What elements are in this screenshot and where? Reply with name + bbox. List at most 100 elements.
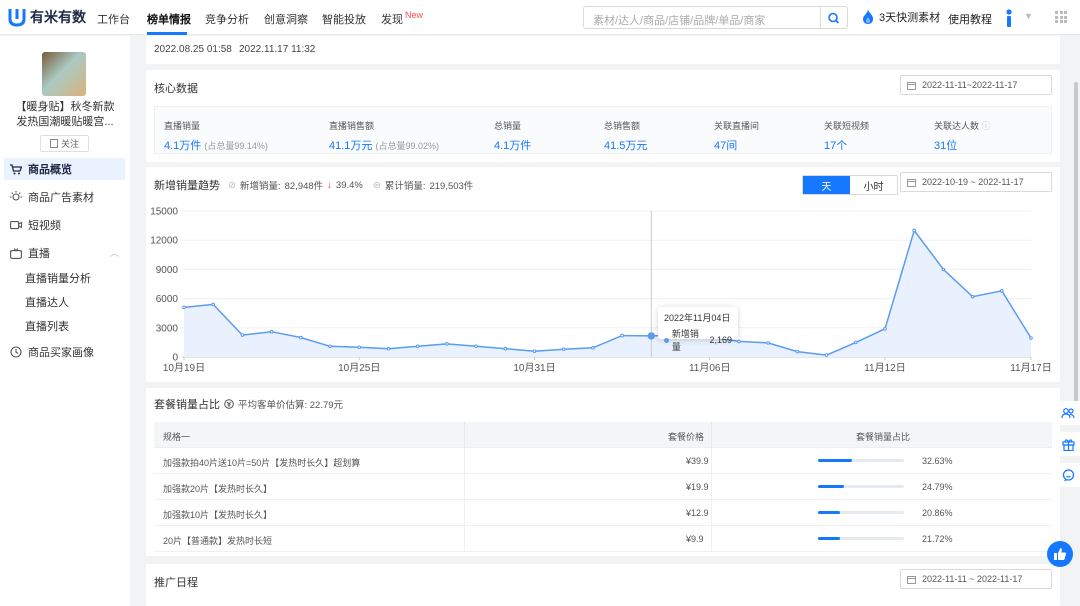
metric-label: 直播销售额 — [329, 121, 375, 131]
data-point — [591, 345, 595, 350]
y-tick-label: 3000 — [156, 323, 179, 334]
metric-influencers[interactable]: 关联达人数 ⓘ 31位 — [934, 119, 991, 153]
arrow-down-icon: ↓ — [327, 179, 332, 191]
share-bar-fill — [818, 459, 852, 462]
metric-total-sales: 总销量 4.1万件 — [494, 119, 531, 153]
metric-label: 关联直播间 — [714, 121, 760, 131]
flame-icon — [863, 10, 873, 24]
data-point — [561, 347, 566, 352]
data-point — [970, 294, 975, 299]
calendar-icon — [907, 81, 916, 90]
sales-trend-chart[interactable]: 15000 12000 9000 6000 3000 010月19日 10月25日 10月31… — [146, 202, 1060, 382]
sidebar-item-overview[interactable]: 商品概览 — [4, 158, 125, 180]
col-price: 套餐价格 — [668, 432, 705, 442]
chat-icon — [1062, 468, 1074, 481]
search-input[interactable]: 素材/达人/商品/店铺/品牌/单品/商家 — [583, 6, 821, 29]
chevron-up-icon[interactable]: ︿ — [110, 246, 119, 259]
metric-live-rooms[interactable]: 关联直播间 47间 — [714, 119, 759, 153]
sidebar-subitem-live-list[interactable]: 直播列表 — [25, 318, 69, 334]
data-point — [211, 302, 216, 307]
sidebar-item-live[interactable]: 直播 ︿ — [4, 242, 125, 264]
metric-sub: (占总量99.14%) — [204, 141, 268, 151]
col-share: 套餐销量占比 — [856, 432, 911, 442]
cumulative-icon: ⊜ — [372, 179, 381, 191]
toggle-day[interactable]: 天 — [803, 176, 850, 194]
core-date-picker[interactable]: 2022-11-11~2022-11-17 — [900, 75, 1052, 95]
package-price: ¥12.9 — [686, 508, 709, 518]
share-bar — [818, 511, 904, 514]
core-date-range: 2022-11-11~2022-11-17 — [922, 80, 1018, 90]
check-circle-icon: ⊘ — [228, 179, 236, 191]
live-icon — [10, 247, 22, 259]
trend-date-picker[interactable]: 2022-10-19 ~ 2022-11-17 — [900, 172, 1052, 192]
sidebar-item-short-video[interactable]: 短视频 — [4, 214, 125, 236]
x-tick-label: 10月19日 — [163, 362, 205, 374]
video-icon — [10, 221, 22, 230]
nav-rankings[interactable]: 榜单情报 — [147, 11, 191, 27]
table-row: 加强款20片【发热时长久】 ¥19.9 24.79% — [154, 474, 1052, 500]
metric-value: 47间 — [714, 140, 738, 152]
community-button[interactable] — [1056, 401, 1080, 425]
quick-test-promo[interactable]: 3天快测素材 — [862, 9, 940, 25]
gift-button[interactable] — [1056, 432, 1080, 456]
sidebar-item-ad-creatives[interactable]: 商品广告素材 — [4, 186, 125, 208]
nav-creative[interactable]: 创意洞察 — [264, 11, 308, 27]
trend-title: 新增销量趋势 — [154, 180, 220, 192]
product-name-line2: 发热国潮暖贴暖宫... — [16, 116, 114, 128]
nav-discover[interactable]: 发现 New — [381, 10, 423, 27]
follow-button[interactable]: 关注 — [40, 135, 89, 152]
data-point — [883, 326, 887, 331]
data-point — [912, 228, 916, 233]
sidebar-subitem-live-influencers[interactable]: 直播达人 — [25, 294, 69, 310]
data-point — [737, 339, 741, 344]
table-row: 加强款10片【发热时长久】 ¥12.9 20.86% — [154, 500, 1052, 526]
package-share-card: 套餐销量占比 平均客单价估算: 22.79元 规格一 套餐价格 套餐销量占比 加… — [146, 388, 1060, 556]
chevron-down-icon[interactable]: ▼ — [1024, 11, 1033, 21]
toggle-hour[interactable]: 小时 — [850, 176, 897, 194]
granularity-toggle: 天 小时 — [802, 175, 898, 195]
table-row: 加强款拍40片送10片=50片【发热时长久】超划算 ¥39.9 32.63% — [154, 448, 1052, 474]
search-button[interactable] — [820, 6, 848, 29]
trend-new-value: 82,948件 — [284, 181, 324, 192]
metric-label: 关联短视频 — [824, 121, 870, 131]
x-tick-label: 11月17日 — [1010, 362, 1052, 374]
thumbs-up-icon — [1054, 548, 1067, 560]
nav-competition[interactable]: 竞争分析 — [205, 11, 249, 27]
brand-logo[interactable]: 有米有数 — [8, 7, 86, 27]
tutorial-link[interactable]: 使用教程 — [948, 11, 992, 27]
help-icon[interactable]: ⓘ — [982, 121, 991, 131]
info-badge-icon[interactable] — [1006, 9, 1012, 27]
x-tick-label: 11月12日 — [864, 362, 906, 374]
tooltip-date: 2022年11月04日 — [664, 313, 731, 323]
package-share: 24.79% — [922, 482, 953, 492]
feedback-like-button[interactable] — [1047, 541, 1073, 567]
page-scrollbar[interactable] — [1074, 82, 1078, 402]
nav-active-indicator — [147, 32, 187, 35]
sidebar-subitem-live-sales[interactable]: 直播销量分析 — [25, 270, 91, 286]
data-point — [853, 340, 858, 345]
data-point — [357, 345, 362, 350]
metric-value: 17个 — [824, 140, 848, 152]
tooltip-label: 新增销量 — [671, 329, 699, 352]
trend-cum-label: 累计销量: — [384, 181, 426, 192]
sidebar-item-buyer-profile[interactable]: 商品买家画像 — [4, 341, 125, 363]
sidebar-item-label: 商品广告素材 — [28, 192, 94, 204]
nav-smart-ads[interactable]: 智能投放 — [322, 11, 366, 27]
sidebar-item-label: 商品买家画像 — [28, 347, 94, 359]
series-dot — [664, 337, 669, 343]
promotion-schedule-card: 推广日程 2022-11-11 ~ 2022-11-17 — [146, 564, 1060, 606]
follow-label: 关注 — [60, 139, 79, 149]
nav-workbench[interactable]: 工作台 — [97, 11, 130, 27]
apps-grid-icon[interactable] — [1055, 11, 1067, 23]
package-price: ¥9.9 — [686, 534, 704, 544]
y-tick-label: 9000 — [156, 265, 179, 276]
sidebar-item-label: 直播 — [28, 248, 50, 260]
metric-short-videos[interactable]: 关联短视频 17个 — [824, 119, 869, 153]
schedule-date-picker[interactable]: 2022-11-11 ~ 2022-11-17 — [900, 569, 1052, 589]
data-point — [647, 332, 656, 340]
share-bar — [818, 485, 904, 488]
product-info-card: 2022.08.25 01:58 2022.11.17 11:32 — [146, 36, 1060, 64]
users-icon — [1061, 408, 1075, 419]
metric-label: 关联达人数 ⓘ — [934, 121, 991, 131]
chat-button[interactable] — [1056, 463, 1080, 487]
